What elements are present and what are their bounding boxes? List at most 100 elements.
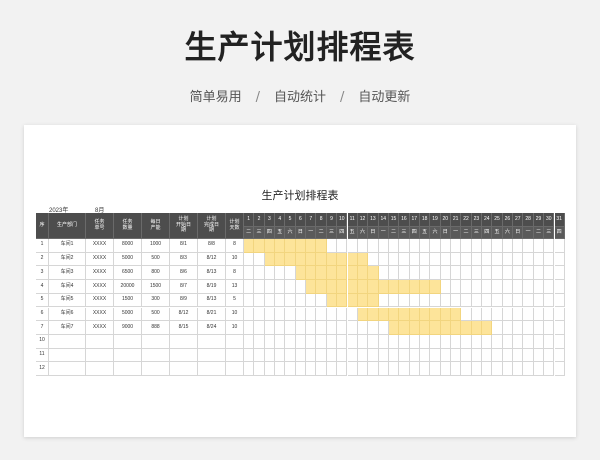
gantt-cell xyxy=(471,266,483,281)
header-plan-days: 计划 天数 xyxy=(226,213,244,239)
row-seq: 12 xyxy=(36,362,49,376)
header-weekday-18: 五 xyxy=(419,227,431,239)
gantt-cell xyxy=(388,239,400,253)
gantt-cell xyxy=(306,321,317,335)
gantt-cell xyxy=(440,362,451,376)
gantt-cell xyxy=(409,266,420,281)
header-weekday-17: 四 xyxy=(409,227,420,239)
gantt-cell xyxy=(482,239,493,253)
gantt-cell xyxy=(357,348,369,363)
gantt-cell xyxy=(471,280,483,294)
gantt-cell xyxy=(430,239,441,253)
gantt-cell xyxy=(430,334,441,349)
row-task-qty xyxy=(114,348,142,363)
gantt-bar-cell xyxy=(306,239,317,253)
separator: / xyxy=(255,90,260,105)
header-weekday-14: 一 xyxy=(378,227,389,239)
gantt-cell xyxy=(513,348,524,363)
header-day-30: 30 xyxy=(544,213,555,227)
header-day-10: 10 xyxy=(337,213,348,227)
row-plan-end: 8/13 xyxy=(198,266,226,281)
gantt-cell xyxy=(523,348,534,363)
gantt-bar-cell xyxy=(337,252,348,267)
gantt-cell xyxy=(502,252,514,267)
row-dept: 车间7 xyxy=(49,321,86,335)
gantt-cell xyxy=(492,280,503,294)
gantt-cell xyxy=(482,280,493,294)
gantt-cell xyxy=(347,362,358,376)
gantt-cell xyxy=(533,362,545,376)
gantt-cell xyxy=(513,280,524,294)
gantt-cell xyxy=(337,307,348,322)
gantt-cell xyxy=(244,321,255,335)
gantt-cell xyxy=(461,239,472,253)
gantt-cell xyxy=(440,293,451,308)
header-day-5: 5 xyxy=(285,213,296,227)
gantt-cell xyxy=(440,239,451,253)
header-day-24: 24 xyxy=(482,213,493,227)
header-weekday-7: 一 xyxy=(306,227,317,239)
gantt-bar-cell xyxy=(316,252,327,267)
gantt-cell xyxy=(502,307,514,322)
gantt-cell xyxy=(419,293,431,308)
gantt-cell xyxy=(461,280,472,294)
gantt-cell xyxy=(264,321,276,335)
row-order-no: XXXX xyxy=(86,321,114,335)
header-weekday-16: 三 xyxy=(399,227,410,239)
gantt-cell xyxy=(533,348,545,363)
gantt-cell xyxy=(254,334,265,349)
header-weekday-12: 六 xyxy=(357,227,369,239)
row-order-no: XXXX xyxy=(86,252,114,267)
gantt-cell xyxy=(544,307,555,322)
gantt-cell xyxy=(492,239,503,253)
gantt-cell xyxy=(513,252,524,267)
gantt-cell xyxy=(513,362,524,376)
gantt-cell xyxy=(471,348,483,363)
gantt-cell xyxy=(357,321,369,335)
row-plan-days: 8 xyxy=(226,239,244,253)
row-plan-days xyxy=(226,334,244,349)
gantt-cell xyxy=(513,334,524,349)
gantt-bar-cell xyxy=(316,239,327,253)
header-day-11: 11 xyxy=(347,213,358,227)
gantt-cell xyxy=(471,362,483,376)
row-plan-start: 8/6 xyxy=(170,266,198,281)
gantt-bar-cell xyxy=(326,293,338,308)
gantt-cell xyxy=(409,293,420,308)
row-order-no: XXXX xyxy=(86,280,114,294)
gantt-cell xyxy=(326,334,338,349)
header-weekday-13: 日 xyxy=(368,227,379,239)
gantt-cell xyxy=(275,293,286,308)
header-day-6: 6 xyxy=(295,213,307,227)
row-dept xyxy=(49,334,86,349)
gantt-cell xyxy=(451,362,462,376)
tag-auto-update: 自动更新 xyxy=(358,90,411,105)
gantt-bar-cell xyxy=(285,252,296,267)
gantt-cell xyxy=(368,348,379,363)
gantt-cell xyxy=(492,252,503,267)
gantt-bar-cell xyxy=(409,307,420,322)
gantt-cell xyxy=(316,321,327,335)
row-plan-days: 5 xyxy=(226,293,244,308)
gantt-bar-cell xyxy=(347,293,358,308)
gantt-cell xyxy=(533,266,545,281)
row-order-no xyxy=(86,334,114,349)
gantt-bar-cell xyxy=(409,321,420,335)
header-weekday-29: 二 xyxy=(533,227,545,239)
gantt-cell xyxy=(244,334,255,349)
gantt-cell xyxy=(419,334,431,349)
gantt-cell xyxy=(482,293,493,308)
gantt-cell xyxy=(316,307,327,322)
gantt-cell xyxy=(492,362,503,376)
gantt-cell xyxy=(254,293,265,308)
gantt-cell xyxy=(440,266,451,281)
row-plan-end: 8/21 xyxy=(198,307,226,322)
gantt-cell xyxy=(544,280,555,294)
row-plan-end: 8/8 xyxy=(198,239,226,253)
gantt-cell xyxy=(451,252,462,267)
gantt-bar-cell xyxy=(388,321,400,335)
gantt-bar-cell xyxy=(409,280,420,294)
gantt-bar-cell xyxy=(440,307,451,322)
gantt-cell xyxy=(533,321,545,335)
gantt-cell xyxy=(326,307,338,322)
